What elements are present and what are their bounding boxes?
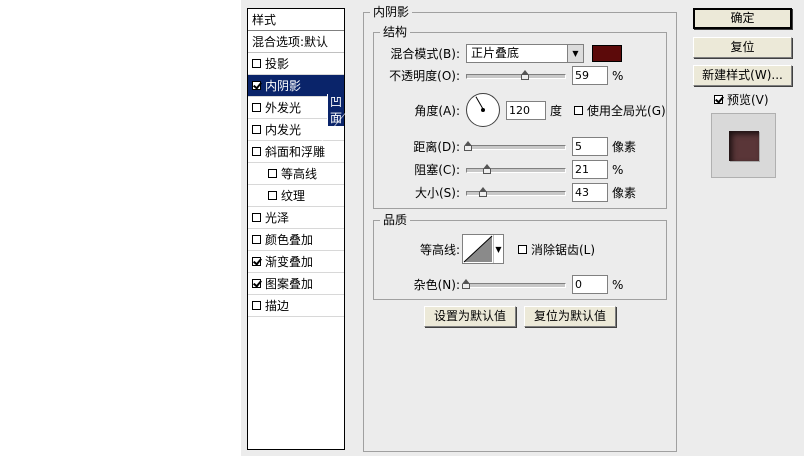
style-item[interactable]: 颜色叠加 xyxy=(248,229,344,251)
style-item-checkbox[interactable] xyxy=(252,125,261,134)
choke-label: 阻塞(C): xyxy=(414,163,460,177)
choke-slider[interactable] xyxy=(466,163,566,176)
slider-thumb[interactable] xyxy=(479,186,487,197)
make-default-button[interactable]: 设置为默认值 xyxy=(424,306,516,327)
angle-input[interactable]: 120 xyxy=(506,100,546,120)
style-item[interactable]: 描边 xyxy=(248,295,344,317)
style-item-label: 纹理 xyxy=(281,188,306,203)
global-light-label[interactable]: 使用全局光(G) xyxy=(587,102,666,119)
style-item-label: 内发光 xyxy=(265,122,302,137)
style-item-label: 光泽 xyxy=(265,210,290,225)
style-list-header[interactable]: 样式 xyxy=(248,9,344,31)
size-unit: 像素 xyxy=(612,186,637,200)
style-item-checkbox[interactable] xyxy=(252,279,261,288)
angle-dial[interactable] xyxy=(466,93,500,127)
style-item-checkbox[interactable] xyxy=(268,169,277,178)
quality-title: 品质 xyxy=(380,213,411,227)
ok-button[interactable]: 确定 xyxy=(693,8,792,29)
opacity-slider[interactable] xyxy=(466,69,566,82)
distance-slider[interactable] xyxy=(464,140,566,153)
angle-label: 角度(A): xyxy=(414,103,460,118)
noise-label: 杂色(N): xyxy=(413,278,460,292)
opacity-label: 不透明度(O): xyxy=(389,69,460,83)
inner-shadow-title: 内阴影 xyxy=(370,5,413,19)
blend-mode-select[interactable]: 正片叠底 ▼ xyxy=(466,44,584,63)
style-item-checkbox[interactable] xyxy=(252,59,261,68)
distance-label: 距离(D): xyxy=(413,140,460,154)
distance-input[interactable]: 5 xyxy=(572,137,608,156)
style-item-label: 描边 xyxy=(265,298,290,313)
style-item-label: 渐变叠加 xyxy=(265,254,314,269)
inner-shadow-group: 内阴影 结构 混合模式(B): 正片叠底 ▼ 不透明度(O): 59 % 角度(… xyxy=(363,5,677,452)
style-item[interactable]: 投影 xyxy=(248,53,344,75)
blend-options-item[interactable]: 混合选项:默认 xyxy=(248,31,344,53)
noise-input[interactable]: 0 xyxy=(572,275,608,294)
style-item[interactable]: 光泽 xyxy=(248,207,344,229)
style-item[interactable]: 等高线 xyxy=(248,163,344,185)
preview-toggle[interactable]: 预览(V) xyxy=(714,91,769,108)
shadow-color-swatch[interactable] xyxy=(592,45,622,62)
reset-button[interactable]: 复位 xyxy=(693,37,792,58)
style-item-checkbox[interactable] xyxy=(252,213,261,222)
style-item-checkbox[interactable] xyxy=(268,191,277,200)
style-item-label: 等高线 xyxy=(281,166,318,181)
choke-input[interactable]: 21 xyxy=(572,160,608,179)
noise-unit: % xyxy=(612,277,624,292)
noise-slider[interactable] xyxy=(462,278,566,291)
slider-thumb[interactable] xyxy=(464,140,472,151)
style-item-checkbox[interactable] xyxy=(252,235,261,244)
style-item-checkbox[interactable] xyxy=(252,147,261,156)
size-input[interactable]: 43 xyxy=(572,183,608,202)
style-item-label: 颜色叠加 xyxy=(265,232,314,247)
style-item-label: 外发光 xyxy=(265,100,302,115)
layer-style-dialog: 样式 混合选项:默认 投影 内阴影 外发光 内发光 斜面和浮雕 等高线 纹理 光泽 颜色叠加 渐变… xyxy=(241,0,804,456)
slider-thumb[interactable] xyxy=(521,69,529,80)
style-item-label: 图案叠加 xyxy=(265,276,314,291)
structure-group: 结构 混合模式(B): 正片叠底 ▼ 不透明度(O): 59 % 角度(A): xyxy=(373,25,667,209)
blend-mode-label: 混合模式(B): xyxy=(390,47,460,61)
preview-label[interactable]: 预览(V) xyxy=(727,91,769,108)
anti-alias-checkbox[interactable] xyxy=(518,244,527,254)
style-item-checkbox[interactable] xyxy=(252,257,261,266)
style-item-label: 斜面和浮雕 xyxy=(265,144,326,159)
chevron-down-icon[interactable]: ▼ xyxy=(567,45,583,62)
style-preview xyxy=(711,113,776,178)
angle-unit: 度 xyxy=(550,103,563,118)
contour-curve-icon xyxy=(463,235,493,263)
choke-unit: % xyxy=(612,162,624,177)
style-item-checkbox[interactable] xyxy=(252,103,261,112)
global-light-checkbox[interactable] xyxy=(574,105,584,115)
opacity-unit: % xyxy=(612,68,624,83)
preview-swatch xyxy=(729,131,759,161)
size-slider[interactable] xyxy=(466,186,566,199)
style-item-checkbox[interactable] xyxy=(252,81,261,90)
new-style-button[interactable]: 新建样式(W)... xyxy=(693,65,792,86)
chevron-down-icon[interactable]: ▼ xyxy=(493,235,503,263)
style-list: 样式 混合选项:默认 投影内阴影外发光内发光斜面和浮雕等高线纹理光泽颜色叠加渐变… xyxy=(247,8,345,450)
blend-mode-value: 正片叠底 xyxy=(471,46,520,60)
style-item-label: 投影 xyxy=(265,56,290,71)
style-item-label: 内阴影 xyxy=(265,78,302,93)
structure-title: 结构 xyxy=(380,25,411,39)
opacity-input[interactable]: 59 xyxy=(572,66,608,85)
size-label: 大小(S): xyxy=(414,186,460,200)
quality-group: 品质 等高线: ▼ 消除锯齿(L) 杂色(N): 0 % xyxy=(373,213,667,300)
style-item[interactable]: 渐变叠加 xyxy=(248,251,344,273)
contour-label: 等高线: xyxy=(419,242,460,257)
style-item-checkbox[interactable] xyxy=(252,301,261,310)
anti-alias-label[interactable]: 消除锯齿(L) xyxy=(531,241,595,258)
reset-default-button[interactable]: 复位为默认值 xyxy=(524,306,616,327)
slider-thumb[interactable] xyxy=(462,278,470,289)
contour-picker[interactable]: ▼ xyxy=(462,234,504,264)
distance-unit: 像素 xyxy=(612,140,637,154)
style-item[interactable]: 图案叠加 xyxy=(248,273,344,295)
preview-checkbox[interactable] xyxy=(714,95,723,104)
slider-thumb[interactable] xyxy=(483,163,491,174)
style-item[interactable]: 纹理 xyxy=(248,185,344,207)
